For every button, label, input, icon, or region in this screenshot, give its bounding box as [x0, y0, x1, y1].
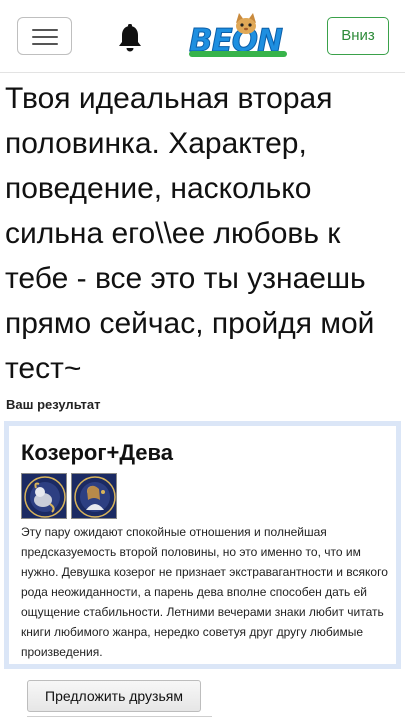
top-navbar: BEON Вниз — [0, 0, 405, 73]
divider — [27, 716, 212, 720]
hamburger-menu-icon-line — [32, 43, 58, 45]
result-label: Ваш результат — [6, 397, 101, 412]
bell-icon[interactable] — [117, 24, 143, 52]
result-description: Эту пару ожидают спокойные отношения и п… — [21, 525, 388, 659]
scroll-down-button[interactable]: Вниз — [327, 17, 389, 55]
site-logo[interactable]: BEON — [189, 13, 289, 59]
result-heading: Козерог+Дева — [21, 440, 173, 465]
result-card: Козерог+Дева Эту пару ожидают спокойные … — [4, 421, 401, 669]
logo-leaf — [189, 51, 287, 57]
hamburger-menu-icon-line — [32, 36, 58, 38]
hamburger-menu-icon — [32, 29, 58, 31]
cat-mascot-icon — [236, 13, 256, 34]
virgo-zodiac-image[interactable] — [71, 473, 117, 519]
test-title: Твоя идеальная вторая половинка. Характе… — [5, 82, 375, 385]
capricorn-zodiac-image[interactable] — [21, 473, 67, 519]
share-with-friends-button[interactable]: Предложить друзьям — [27, 680, 201, 712]
menu-button[interactable] — [17, 17, 72, 55]
